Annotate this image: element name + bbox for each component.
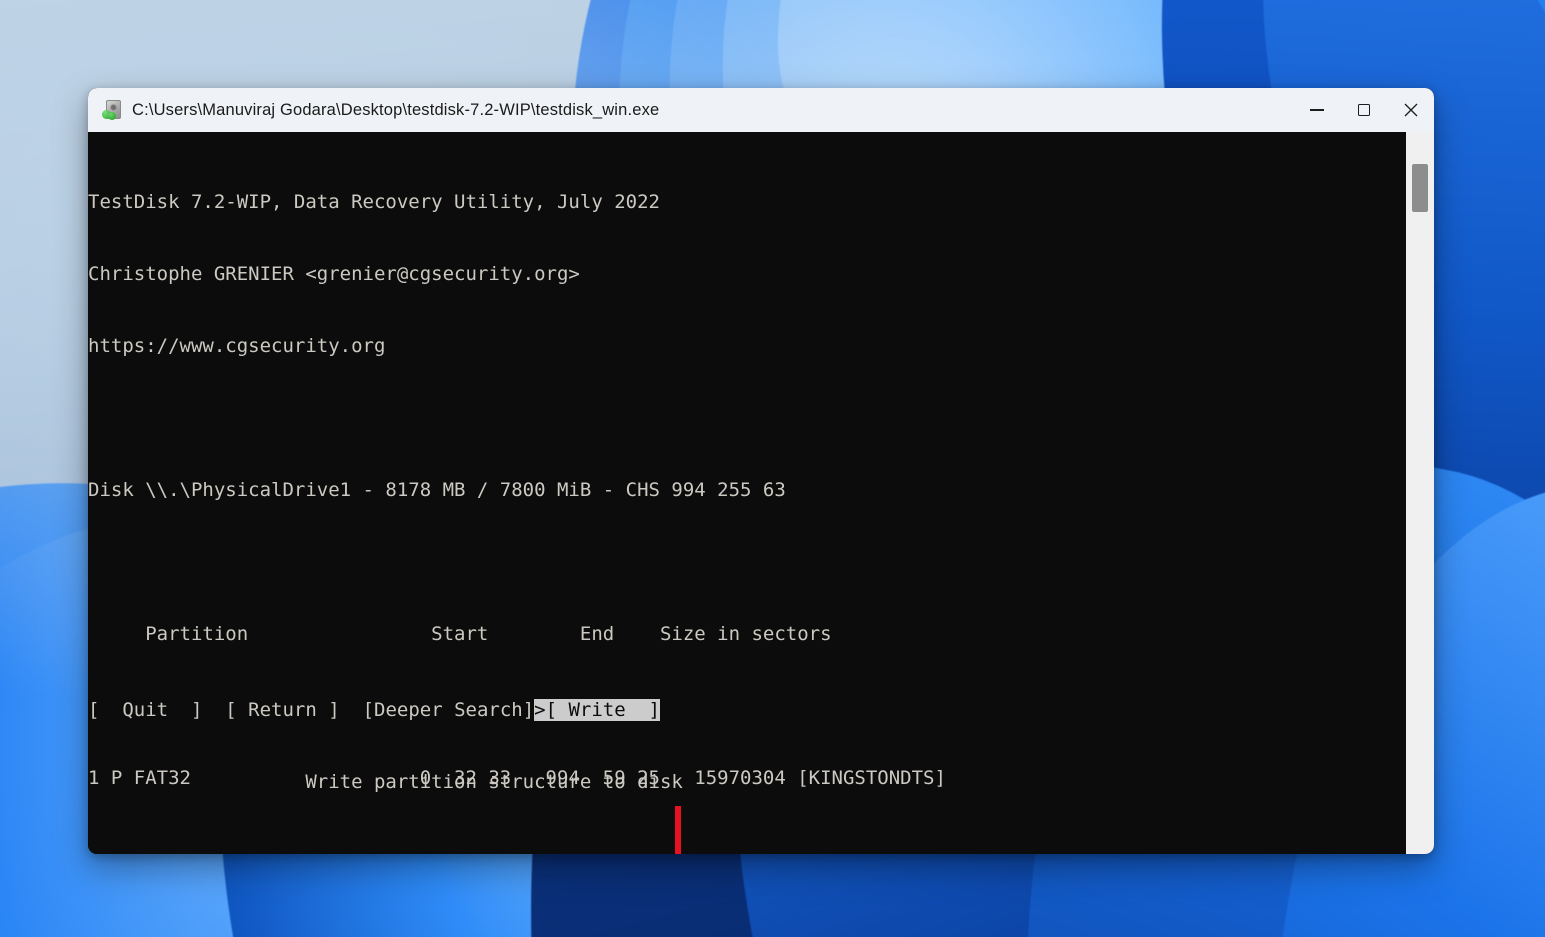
menu-item-write[interactable]: >[ Write ] bbox=[534, 699, 660, 721]
menu-status-line: Write partition structure to disk bbox=[88, 771, 683, 793]
menu-item-deeper-search[interactable]: [Deeper Search] bbox=[363, 699, 535, 721]
terminal-line: TestDisk 7.2-WIP, Data Recovery Utility,… bbox=[88, 191, 660, 213]
desktop: C:\Users\Manuviraj Godara\Desktop\testdi… bbox=[0, 0, 1545, 937]
menu-item-return[interactable]: [ Return ] bbox=[225, 699, 339, 721]
menu-gap bbox=[340, 699, 363, 721]
close-icon bbox=[1404, 103, 1417, 117]
maximize-button[interactable] bbox=[1340, 88, 1387, 132]
terminal-line: https://www.cgsecurity.org bbox=[88, 335, 386, 357]
terminal-menu-block: [ Quit ] [ Return ] [Deeper Search]>[ Wr… bbox=[88, 650, 1406, 842]
terminal-output-area[interactable]: TestDisk 7.2-WIP, Data Recovery Utility,… bbox=[88, 132, 1434, 854]
close-button[interactable] bbox=[1387, 88, 1434, 132]
minimize-button[interactable] bbox=[1293, 88, 1340, 132]
title-bar[interactable]: C:\Users\Manuviraj Godara\Desktop\testdi… bbox=[88, 88, 1434, 132]
terminal-menu-row: [ Quit ] [ Return ] [Deeper Search]>[ Wr… bbox=[88, 698, 1406, 722]
terminal-line: Christophe GRENIER <grenier@cgsecurity.o… bbox=[88, 263, 580, 285]
testdisk-console-window: C:\Users\Manuviraj Godara\Desktop\testdi… bbox=[88, 88, 1434, 854]
disk-drive-icon bbox=[102, 100, 122, 120]
scrollbar-thumb[interactable] bbox=[1412, 164, 1428, 212]
window-controls bbox=[1293, 88, 1434, 132]
terminal-scrollbar[interactable] bbox=[1406, 132, 1434, 854]
menu-gap bbox=[202, 699, 225, 721]
partition-table-header: Partition Start End Size in sectors bbox=[88, 623, 832, 645]
disk-info-line: Disk \\.\PhysicalDrive1 - 8178 MB / 7800… bbox=[88, 479, 786, 501]
menu-item-quit[interactable]: [ Quit ] bbox=[88, 699, 202, 721]
window-title: C:\Users\Manuviraj Godara\Desktop\testdi… bbox=[132, 100, 660, 119]
